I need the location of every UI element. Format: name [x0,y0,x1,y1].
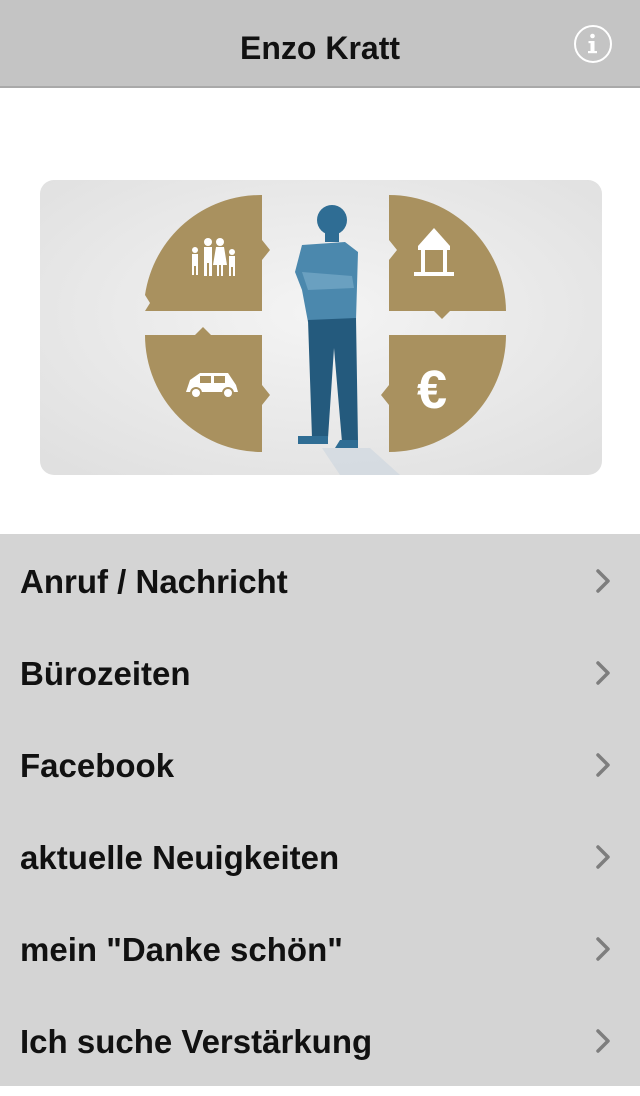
chevron-right-icon [596,661,610,685]
chevron-right-icon [596,1029,610,1053]
menu-item-aktuelle-neuigkeiten[interactable]: aktuelle Neuigkeiten [0,810,640,902]
navigation-bar: Enzo Kratt [0,0,640,88]
info-icon[interactable] [574,25,612,63]
chevron-right-icon [596,937,610,961]
menu-item-label: Ich suche Verstärkung [20,1023,373,1060]
menu-item-label: Facebook [20,747,175,784]
chevron-right-icon [596,845,610,869]
menu-item-danke-schoen[interactable]: mein "Danke schön" [0,902,640,994]
menu-item-anruf-nachricht[interactable]: Anruf / Nachricht [0,534,640,626]
menu-item-verstaerkung[interactable]: Ich suche Verstärkung [0,994,640,1086]
menu-item-buerozeiten[interactable]: Bürozeiten [0,626,640,718]
banner-image: € [40,180,602,475]
menu-item-label: Bürozeiten [20,655,191,692]
menu-item-facebook[interactable]: Facebook [0,718,640,810]
menu-list: Anruf / Nachricht Bürozeiten Facebook ak… [0,534,640,1086]
menu-item-label: mein "Danke schön" [20,931,343,968]
svg-text:€: € [417,360,447,420]
page-title: Enzo Kratt [240,30,400,66]
chevron-right-icon [596,569,610,593]
chevron-right-icon [596,753,610,777]
menu-item-label: Anruf / Nachricht [20,563,288,600]
menu-item-label: aktuelle Neuigkeiten [20,839,340,876]
